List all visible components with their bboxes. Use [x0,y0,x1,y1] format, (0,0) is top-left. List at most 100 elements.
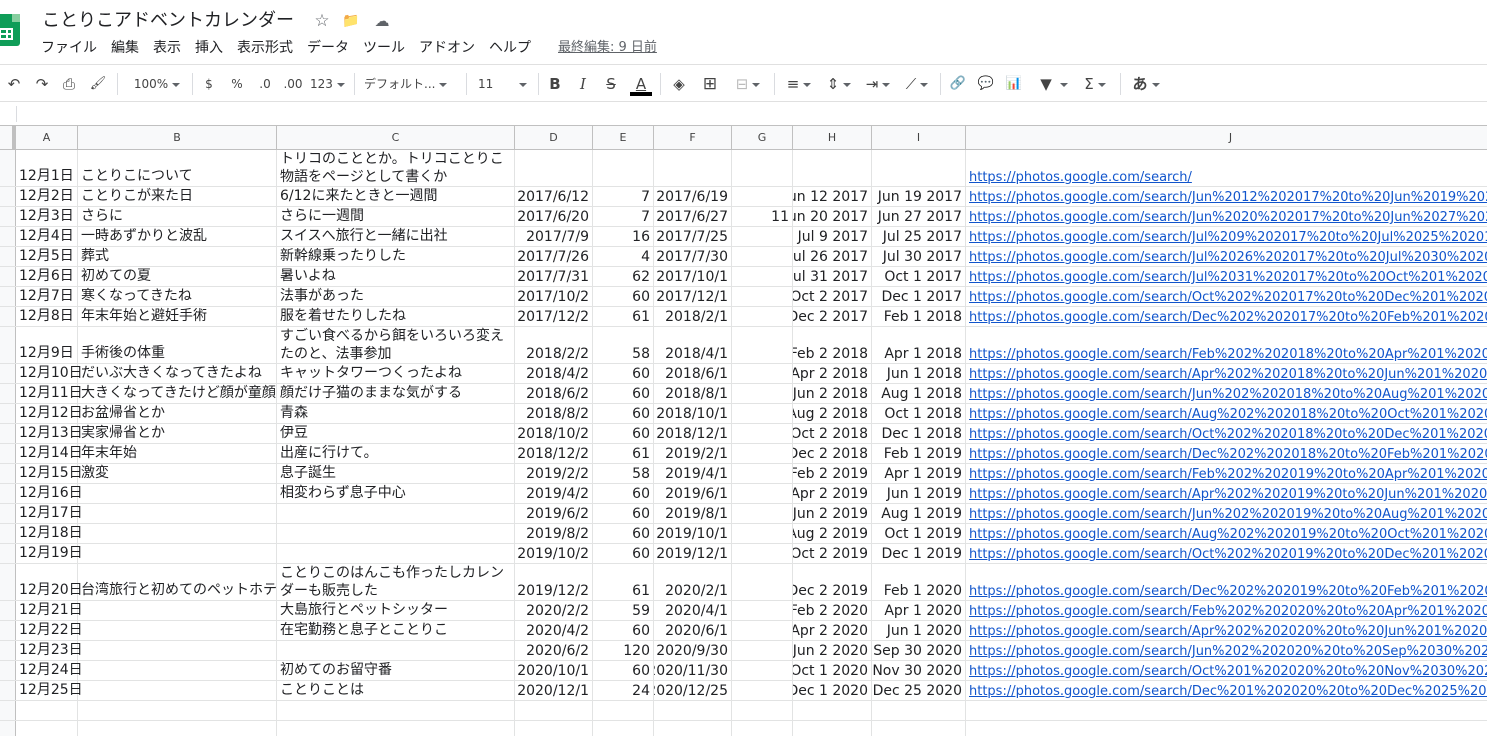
cell-e[interactable]: 58 [593,464,654,483]
row-header[interactable] [0,661,16,680]
link-cell[interactable]: https://photos.google.com/search/Oct%202… [966,544,1487,563]
cell-i[interactable]: Oct 1 2017 [872,267,966,286]
link-cell[interactable]: https://photos.google.com/search/ [966,150,1487,186]
cloud-status-icon[interactable]: ☁ [372,11,392,31]
cell-c[interactable]: ことりこのはんこも作ったしカレンダーも販売した [277,564,515,600]
row-header[interactable] [0,384,16,403]
cell-d[interactable]: 2018/2/2 [515,327,593,363]
cell-g[interactable] [732,287,793,306]
cell-a[interactable]: 12月10日 [16,364,83,383]
cell-h[interactable]: Aug 2 2019 [793,524,872,543]
cell-i[interactable]: Aug 1 2018 [872,384,966,403]
cell-f[interactable]: 2018/10/1 [654,404,732,423]
cell-e[interactable]: 59 [593,601,654,620]
cell-d[interactable]: 2019/2/2 [515,464,593,483]
cell-g[interactable] [732,307,793,326]
cell-h[interactable]: Oct 2 2019 [793,544,872,563]
cell-g[interactable] [732,641,793,660]
row-header[interactable] [0,524,16,543]
cell-a[interactable]: 12月17日 [16,504,83,523]
cell-c[interactable]: すごい食べるから餌をいろいろ変えたのと、法事参加 [277,327,515,363]
link-cell[interactable]: https://photos.google.com/search/Dec%202… [966,444,1487,463]
cell-c[interactable]: トリコのこととか。トリコことりこ物語をページとして書くか [277,150,515,186]
cell-g[interactable] [732,484,793,503]
link-cell[interactable]: https://photos.google.com/search/Oct%201… [966,661,1487,680]
row-header[interactable] [0,404,16,423]
cell-a[interactable]: 12月22日 [16,621,83,640]
empty-cell[interactable] [872,721,966,736]
empty-cell[interactable] [593,701,654,720]
select-all-corner[interactable] [0,126,16,149]
cell-c[interactable]: 出産に行けて。 [277,444,515,463]
empty-cell[interactable] [16,721,78,736]
cell-e[interactable]: 60 [593,504,654,523]
cell-i[interactable]: Jun 27 2017 [872,207,966,226]
cell-c[interactable]: 青森 [277,404,515,423]
cell-a[interactable]: 12月20日 [16,564,83,600]
decrease-decimal-button[interactable]: .0 [254,73,276,95]
last-edit-link[interactable]: 最終編集: 9 日前 [558,38,657,58]
insert-chart-icon[interactable]: 📊 [1004,73,1024,95]
cell-e[interactable]: 60 [593,621,654,640]
cell-i[interactable]: Apr 1 2018 [872,327,966,363]
cell-a[interactable]: 12月19日 [16,544,83,563]
cell-h[interactable]: Oct 2 2018 [793,424,872,443]
menu-help[interactable]: ヘルプ [482,38,538,60]
move-folder-icon[interactable]: 📁 [341,11,361,31]
cell-d[interactable]: 2020/10/1 [515,661,593,680]
cell-b[interactable]: 大きくなってきたけど顔が童顔 [78,384,277,403]
cell-f[interactable]: 2017/6/19 [654,187,732,206]
sheets-logo-icon[interactable] [0,14,20,46]
horizontal-align-icon[interactable]: ≡ [782,73,816,95]
column-header-b[interactable]: B [78,126,277,149]
link-cell[interactable]: https://photos.google.com/search/Jul%202… [966,247,1487,266]
row-header[interactable] [0,287,16,306]
cell-c[interactable]: 暑いよね [277,267,515,286]
cell-h[interactable]: Feb 2 2018 [793,327,872,363]
cell-f[interactable]: 2019/2/1 [654,444,732,463]
row-header[interactable] [0,464,16,483]
cell-c[interactable]: 在宅勤務と息子とことりこ [277,621,515,640]
empty-cell[interactable] [732,701,793,720]
cell-a[interactable]: 12月5日 [16,247,78,266]
link-cell[interactable]: https://photos.google.com/search/Jun%202… [966,641,1487,660]
empty-cell[interactable] [277,721,515,736]
cell-g[interactable] [732,404,793,423]
cell-a[interactable]: 12月4日 [16,227,78,246]
column-header-f[interactable]: F [654,126,732,149]
increase-decimal-button[interactable]: .00 [280,73,306,95]
row-header[interactable] [0,544,16,563]
row-header[interactable] [0,504,16,523]
cell-b[interactable] [78,681,277,700]
cell-a[interactable]: 12月9日 [16,327,78,363]
document-title[interactable]: ことりこアドベントカレンダー [42,9,294,33]
cell-e[interactable]: 7 [593,207,654,226]
cell-e[interactable]: 60 [593,661,654,680]
row-header[interactable] [0,364,16,383]
empty-cell[interactable] [277,701,515,720]
cell-d[interactable]: 2018/10/2 [515,424,593,443]
cell-c[interactable]: 伊豆 [277,424,515,443]
cell-d[interactable]: 2020/2/2 [515,601,593,620]
cell-e[interactable]: 60 [593,287,654,306]
cell-c[interactable]: 服を着せたりしたね [277,307,515,326]
cell-c[interactable] [277,524,515,543]
redo-icon[interactable]: ↷ [32,73,52,95]
cell-g[interactable] [732,364,793,383]
cell-b[interactable]: 手術後の体重 [78,327,277,363]
empty-cell[interactable] [966,701,1487,720]
cell-h[interactable]: Jul 31 2017 [793,267,872,286]
cell-h[interactable]: Jun 12 2017 [793,187,872,206]
cell-c[interactable] [277,504,515,523]
row-header[interactable] [0,150,16,186]
cell-d[interactable]: 2017/7/31 [515,267,593,286]
cell-d[interactable]: 2019/12/2 [515,564,593,600]
menu-view[interactable]: 表示 [146,38,188,60]
cell-f[interactable]: 2020/12/25 [654,681,732,700]
cell-g[interactable] [732,424,793,443]
cell-a[interactable]: 12月13日 [16,424,83,443]
cell-f[interactable]: 2017/10/1 [654,267,732,286]
column-header-c[interactable]: C [277,126,515,149]
cell-c[interactable]: 法事があった [277,287,515,306]
row-header[interactable] [0,681,16,700]
